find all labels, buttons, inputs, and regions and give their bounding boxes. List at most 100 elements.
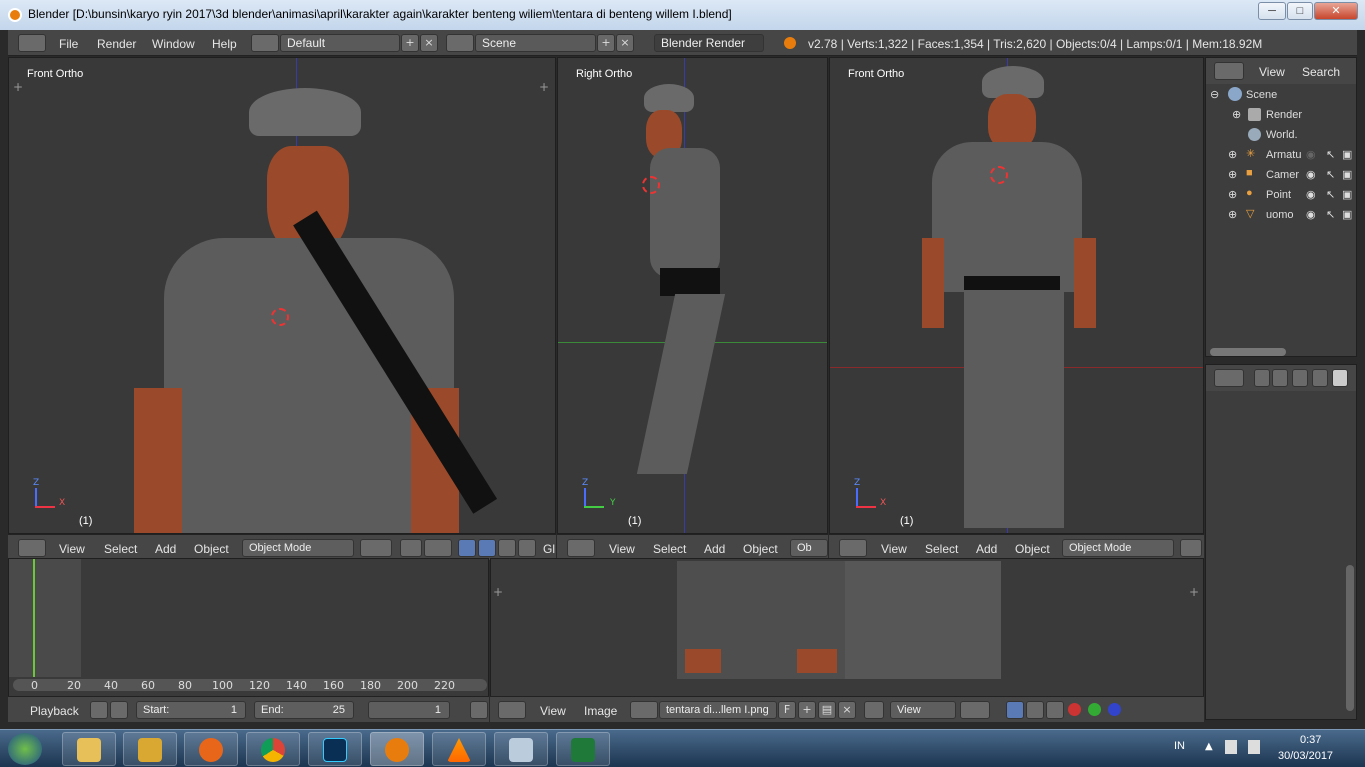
viewport-right-ortho[interactable]: Right Ortho Z Y (1): [557, 57, 828, 534]
outliner-item-point[interactable]: ⊕ ● Point ◉ ↖ ▣: [1206, 186, 1356, 206]
taskbar-firefox[interactable]: [184, 732, 238, 766]
pin-icon[interactable]: [864, 701, 884, 719]
pivot-icon[interactable]: [960, 701, 990, 719]
menu-help[interactable]: Help: [212, 37, 237, 51]
world-tab-icon[interactable]: [1312, 369, 1328, 387]
menu-view[interactable]: View: [59, 542, 85, 556]
viewport-expand-icon[interactable]: +: [13, 80, 23, 94]
fake-user-button[interactable]: F: [778, 701, 796, 719]
timeline-editor[interactable]: 0 20 40 60 80 100 120 140 160 180 200 22…: [8, 558, 489, 698]
editor-type-icon[interactable]: [839, 539, 867, 557]
end-frame-field[interactable]: End: 25: [254, 701, 354, 719]
show-hidden-icons[interactable]: ▲: [1205, 741, 1213, 752]
taskbar-excel[interactable]: [556, 732, 610, 766]
3d-cursor-icon[interactable]: [990, 166, 1008, 184]
menu-add[interactable]: Add: [976, 542, 997, 556]
3d-cursor-icon[interactable]: [271, 308, 289, 326]
current-frame-field[interactable]: 1: [368, 701, 450, 719]
viewport-front-ortho-left[interactable]: Front Ortho + + Z X (1): [8, 57, 556, 534]
scene-icon[interactable]: [446, 34, 474, 52]
alpha-icon[interactable]: [1026, 701, 1044, 719]
start-frame-field[interactable]: Start: 1: [136, 701, 246, 719]
language-indicator[interactable]: IN: [1174, 740, 1185, 752]
render-camera-icon[interactable]: ▣: [1342, 188, 1352, 201]
jump-start-icon[interactable]: [470, 701, 488, 719]
network-icon[interactable]: [1225, 740, 1237, 754]
select-arrow-icon[interactable]: ↖: [1326, 168, 1335, 181]
open-image-button[interactable]: ▤: [818, 701, 836, 719]
global-label[interactable]: Gl: [543, 542, 555, 556]
viewport-front-ortho-right[interactable]: Front Ortho Z X (1): [829, 57, 1204, 534]
properties-editor-icon[interactable]: [1214, 369, 1244, 387]
menu-image[interactable]: Image: [584, 704, 617, 718]
taskbar-blender[interactable]: [370, 732, 424, 766]
current-frame-marker[interactable]: [33, 559, 35, 677]
select-arrow-icon[interactable]: ↖: [1326, 188, 1335, 201]
menu-add[interactable]: Add: [704, 542, 725, 556]
menu-select[interactable]: Select: [653, 542, 686, 556]
new-image-button[interactable]: +: [798, 701, 816, 719]
menu-view[interactable]: View: [1259, 65, 1285, 79]
blue-channel-icon[interactable]: [1108, 703, 1121, 716]
info-editor-type-icon[interactable]: [18, 34, 46, 52]
3d-cursor-icon[interactable]: [642, 176, 660, 194]
menu-view[interactable]: View: [540, 704, 566, 718]
close-button[interactable]: ✕: [1314, 2, 1358, 20]
editor-type-icon[interactable]: [498, 701, 526, 719]
view-mode-select[interactable]: View: [890, 701, 956, 719]
menu-search[interactable]: Search: [1302, 65, 1340, 79]
outliner-item-camera[interactable]: ⊕ ■ Camer ◉ ↖ ▣: [1206, 166, 1356, 186]
editor-expand-icon[interactable]: +: [1189, 585, 1199, 599]
menu-window[interactable]: Window: [152, 37, 195, 51]
translate-icon[interactable]: [458, 539, 476, 557]
visibility-eye-icon[interactable]: ◉: [1306, 188, 1316, 201]
render-layers-tab-icon[interactable]: [1272, 369, 1288, 387]
add-layout-button[interactable]: +: [401, 34, 419, 52]
visibility-eye-icon[interactable]: ◉: [1306, 148, 1316, 161]
shading-icon[interactable]: [1180, 539, 1202, 557]
object-mode-select[interactable]: Ob: [790, 539, 828, 557]
outliner-item-scene[interactable]: ⊖ Scene: [1206, 86, 1356, 106]
transform-orientation-icon[interactable]: [518, 539, 536, 557]
remove-scene-button[interactable]: ×: [616, 34, 634, 52]
render-engine-select[interactable]: Blender Render: [654, 34, 764, 52]
start-button[interactable]: [8, 733, 42, 765]
image-browse-icon[interactable]: [630, 701, 658, 719]
scene-field[interactable]: Scene: [475, 34, 596, 52]
green-channel-icon[interactable]: [1088, 703, 1101, 716]
z-buffer-icon[interactable]: [1046, 701, 1064, 719]
editor-type-icon[interactable]: [567, 539, 595, 557]
menu-object[interactable]: Object: [743, 542, 778, 556]
volume-icon[interactable]: [1248, 740, 1260, 754]
outliner-item-render[interactable]: ⊕ Render: [1206, 106, 1356, 126]
shading-icon[interactable]: [360, 539, 392, 557]
red-channel-icon[interactable]: [1068, 703, 1081, 716]
select-arrow-icon[interactable]: ↖: [1326, 148, 1335, 161]
menu-object[interactable]: Object: [1015, 542, 1050, 556]
menu-view[interactable]: View: [609, 542, 635, 556]
image-name-field[interactable]: tentara di...llem I.png: [659, 701, 777, 719]
visibility-eye-icon[interactable]: ◉: [1306, 208, 1316, 221]
clock-time[interactable]: 0:37: [1300, 734, 1321, 746]
rotate-icon[interactable]: [478, 539, 496, 557]
keyframe-icon[interactable]: [90, 701, 108, 719]
taskbar-chrome[interactable]: [246, 732, 300, 766]
menu-file[interactable]: File: [59, 37, 78, 51]
object-mode-select[interactable]: Object Mode: [242, 539, 354, 557]
render-camera-icon[interactable]: ▣: [1342, 168, 1352, 181]
add-scene-button[interactable]: +: [597, 34, 615, 52]
clock-date[interactable]: 30/03/2017: [1278, 750, 1333, 762]
render-tab-icon[interactable]: [1254, 369, 1270, 387]
menu-select[interactable]: Select: [104, 542, 137, 556]
maximize-button[interactable]: □: [1287, 2, 1313, 20]
manipulator-icon[interactable]: [424, 539, 452, 557]
scene-tab-icon[interactable]: [1292, 369, 1308, 387]
render-camera-icon[interactable]: ▣: [1342, 208, 1352, 221]
menu-select[interactable]: Select: [925, 542, 958, 556]
menu-playback[interactable]: Playback: [30, 704, 79, 718]
taskbar-notepad[interactable]: [494, 732, 548, 766]
lock-icon[interactable]: [110, 701, 128, 719]
outliner-horizontal-scrollbar[interactable]: [1210, 348, 1286, 356]
scale-icon[interactable]: [498, 539, 516, 557]
menu-object[interactable]: Object: [194, 542, 229, 556]
